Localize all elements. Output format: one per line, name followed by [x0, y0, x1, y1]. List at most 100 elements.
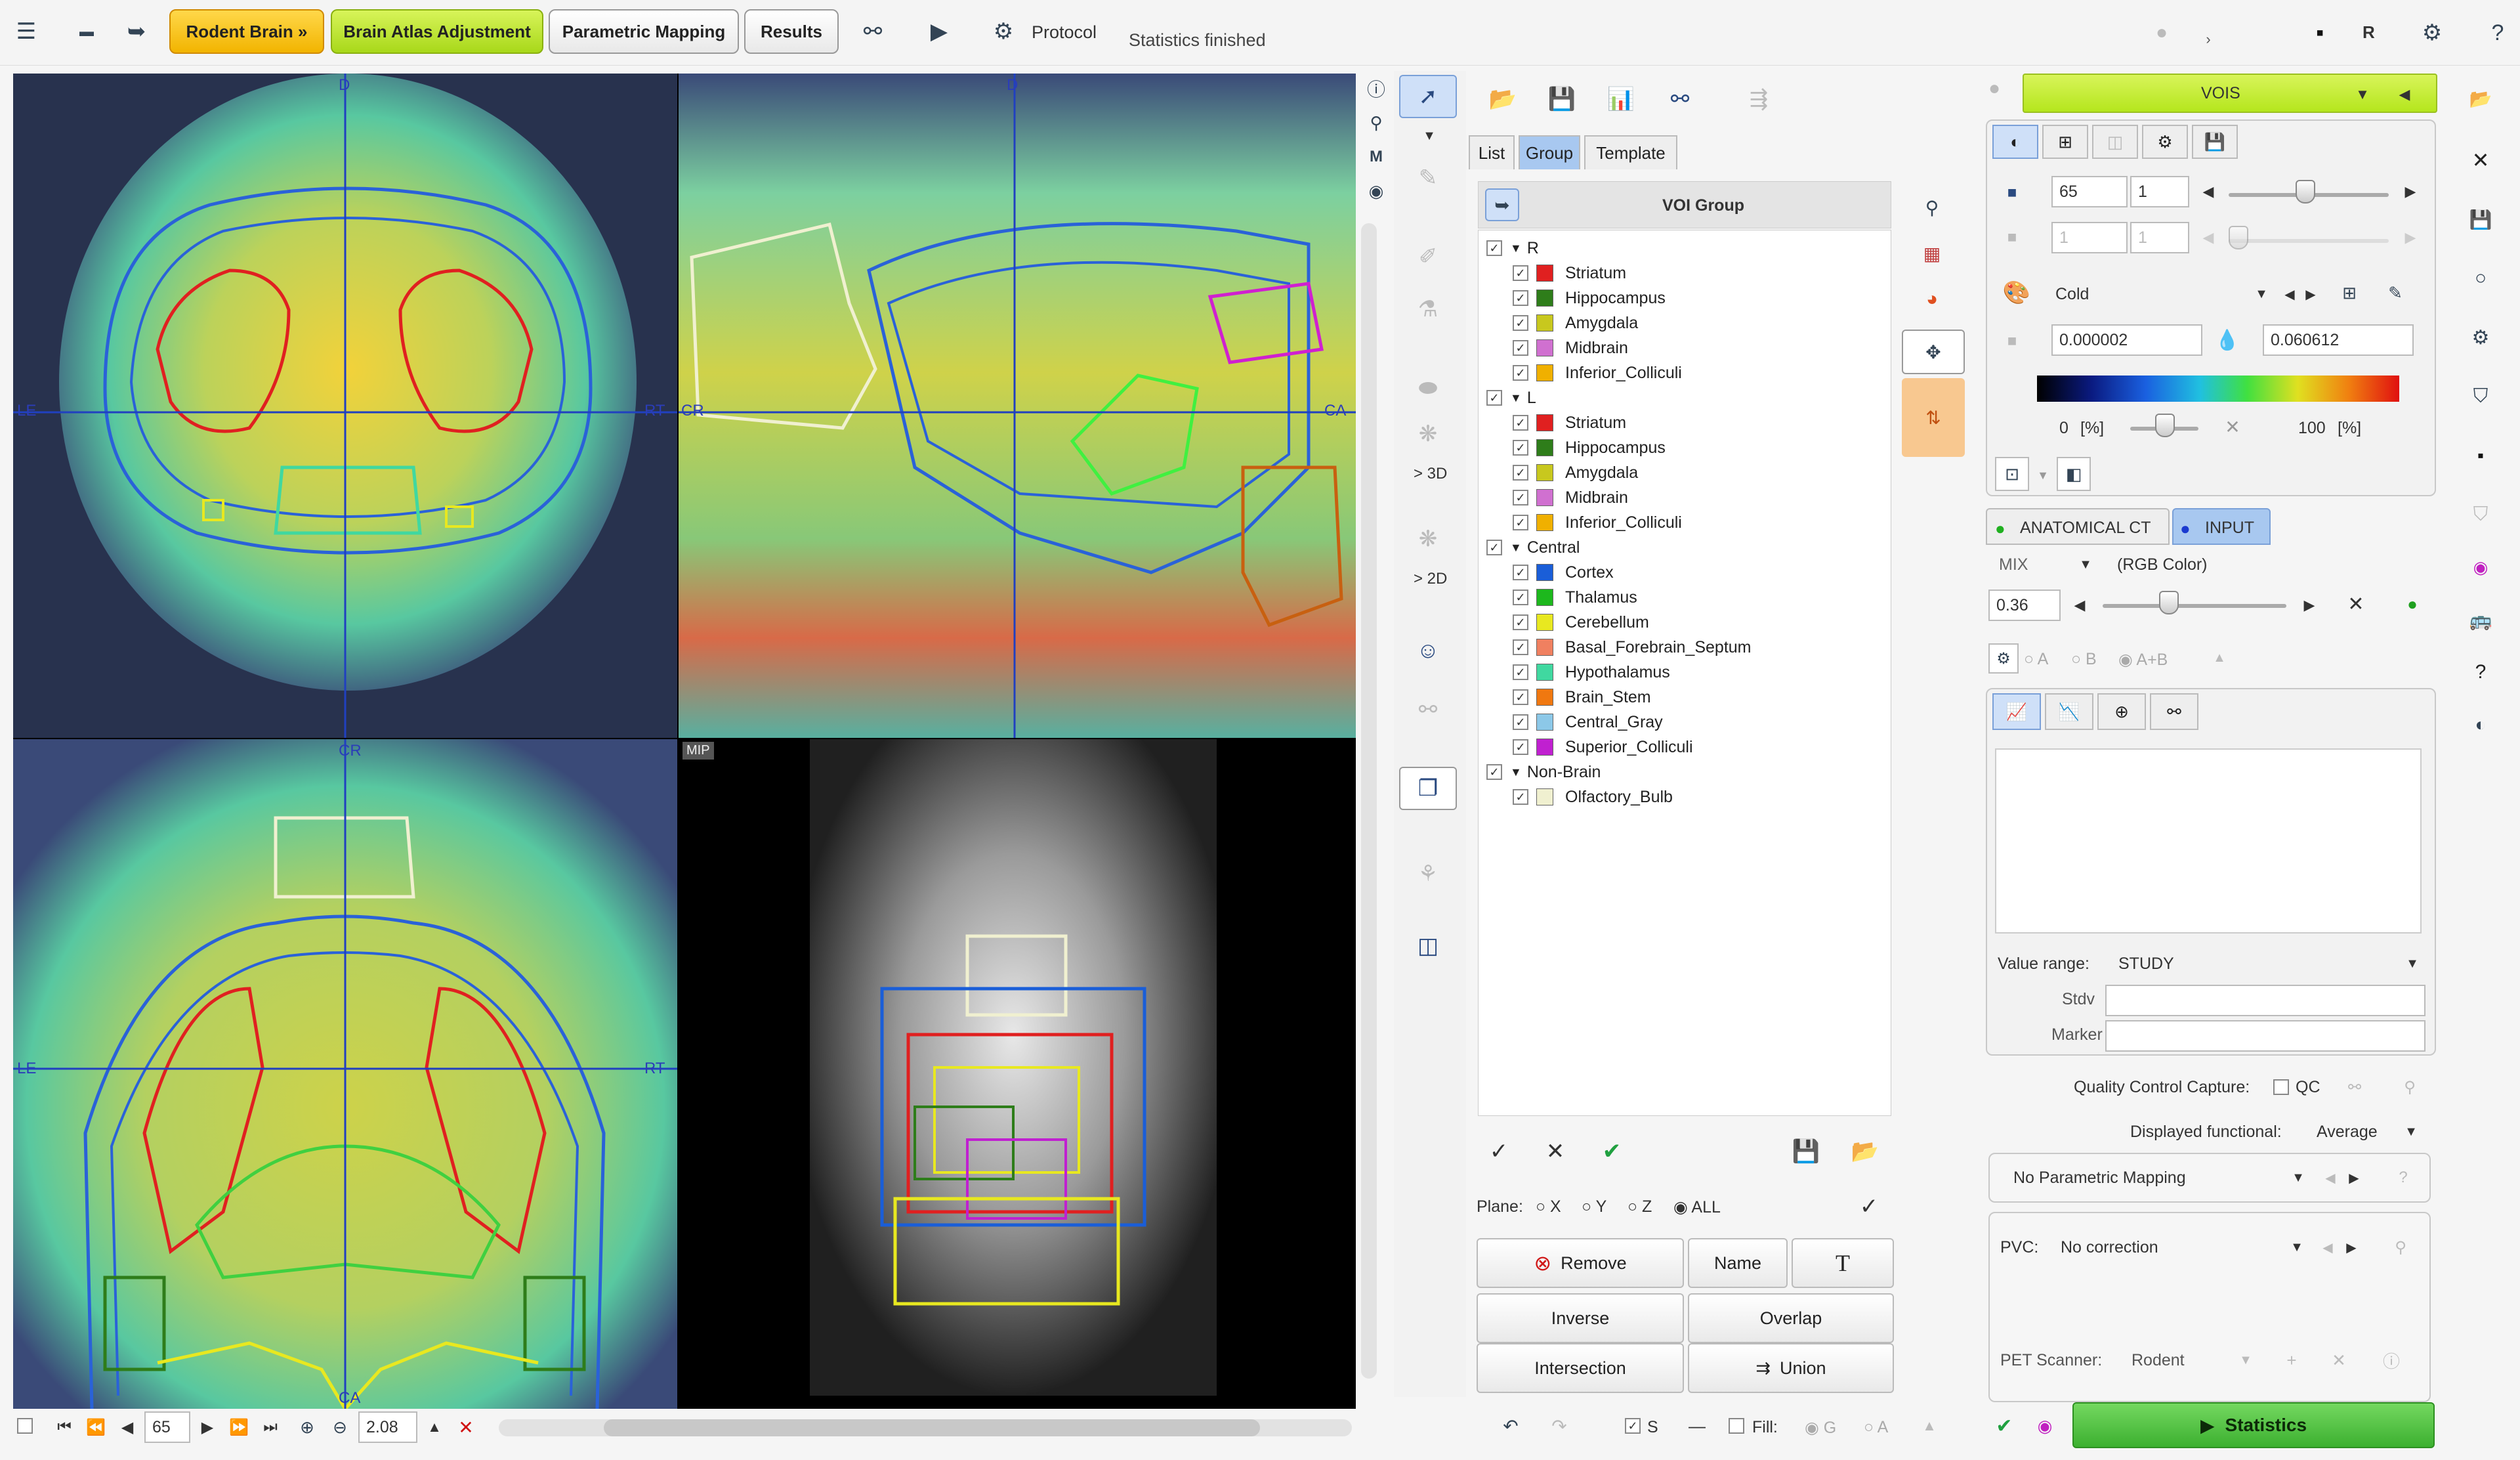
settings-icon[interactable]: ⚙	[2412, 14, 2452, 51]
plane-y-radio[interactable]: ○ Y	[1582, 1197, 1606, 1216]
run-icon[interactable]: ▶	[919, 14, 959, 49]
layout-options-icon[interactable]: ⊡	[1995, 457, 2029, 491]
voi-group-row[interactable]: ✓ ▼ L	[1486, 385, 1536, 410]
voi-item-checkbox[interactable]: ✓	[1513, 614, 1528, 630]
tab-list[interactable]: List	[1469, 135, 1515, 169]
contrast-tab-icon[interactable]: ◐	[1992, 125, 2038, 159]
value-range-select[interactable]: STUDY	[2118, 955, 2174, 974]
mix-slider[interactable]	[2103, 604, 2286, 608]
parametric-prev-icon[interactable]: ◀	[2320, 1165, 2340, 1191]
pet-scanner-select[interactable]: Rodent	[2132, 1351, 2185, 1370]
voi-item-checkbox[interactable]: ✓	[1513, 565, 1528, 580]
save-voi-icon[interactable]: 💾	[1792, 1137, 1820, 1166]
value-range-chevron-icon[interactable]: ▼	[2401, 951, 2424, 977]
pvc-prev-icon[interactable]: ◀	[2318, 1234, 2338, 1260]
target-right-icon[interactable]: ◉	[2464, 550, 2498, 584]
voi-group-row[interactable]: ✓ ▼ R	[1486, 236, 1539, 261]
vois-record-icon[interactable]: ●	[1988, 77, 2015, 104]
first-slice-icon[interactable]: ⏮	[52, 1414, 76, 1440]
voi-item-row[interactable]: ✓ Midbrain	[1513, 485, 1628, 510]
voi-item-checkbox[interactable]: ✓	[1513, 465, 1528, 481]
brain-atlas-adjustment-button[interactable]: Brain Atlas Adjustment	[331, 9, 543, 54]
pvc-select[interactable]: No correction	[2061, 1238, 2158, 1257]
voi-item-row[interactable]: ✓ Cortex	[1513, 560, 1614, 585]
export-icon[interactable]: ⇶	[1730, 77, 1788, 121]
stats-accept-icon[interactable]: ✔	[1990, 1411, 2019, 1440]
axial-view[interactable]: CR LE RT CA	[13, 739, 677, 1409]
fusion-up-icon[interactable]: ▲	[2208, 645, 2231, 671]
parametric-mapping-select[interactable]: No Parametric Mapping	[2013, 1169, 2186, 1188]
tab-group[interactable]: Group	[1519, 135, 1580, 169]
voi-item-row[interactable]: ✓ Hypothalamus	[1513, 660, 1670, 685]
voi-item-row[interactable]: ✓ Amygdala	[1513, 311, 1638, 335]
pvc-next-icon[interactable]: ▶	[2342, 1234, 2361, 1260]
voi-color-swatch[interactable]	[1536, 414, 1553, 431]
brain-icon[interactable]: ⚙	[2464, 320, 2498, 354]
ellipse-icon[interactable]: ⬬	[1399, 366, 1457, 410]
expand-triangle-icon[interactable]: ▼	[1510, 541, 1522, 555]
fill-up-icon[interactable]: ▲	[1916, 1413, 1942, 1439]
voi-item-checkbox[interactable]: ✓	[1513, 789, 1528, 805]
brush-icon[interactable]: ✐	[1399, 235, 1457, 278]
colormap-palette-icon[interactable]: 🎨	[2000, 278, 2033, 307]
colormap-invert-icon[interactable]: ⊞	[2335, 278, 2364, 307]
plane-all-radio[interactable]: ◉ ALL	[1673, 1197, 1721, 1217]
zoom-in-icon[interactable]: ⊕	[294, 1414, 320, 1440]
save-icon[interactable]: 💾	[1533, 77, 1591, 121]
frame-slider[interactable]	[2229, 239, 2389, 243]
remove-button[interactable]: ⊗ Remove	[1477, 1238, 1684, 1288]
menu-icon[interactable]: ☰	[12, 17, 41, 46]
voi-item-checkbox[interactable]: ✓	[1513, 590, 1528, 605]
qc-search-icon[interactable]: ⚲	[2395, 1074, 2424, 1100]
mix-prev-icon[interactable]: ◀	[2070, 592, 2090, 618]
prev-slice-icon[interactable]: ◀	[116, 1414, 139, 1440]
stdv-field[interactable]	[2105, 985, 2426, 1016]
link-tool-icon[interactable]: ⚯	[1399, 688, 1457, 731]
horizontal-scrollbar[interactable]	[499, 1419, 1352, 1436]
colormap-label[interactable]: Cold	[2055, 285, 2089, 304]
voi-item-checkbox[interactable]: ✓	[1513, 490, 1528, 505]
prev-fast-icon[interactable]: ⏪	[84, 1414, 108, 1440]
voi-item-row[interactable]: ✓ Olfactory_Bulb	[1513, 784, 1673, 809]
save-right-icon[interactable]: 💾	[2464, 202, 2498, 236]
scrollbar-thumb[interactable]	[604, 1419, 1260, 1436]
voi-item-checkbox[interactable]: ✓	[1513, 440, 1528, 456]
intersection-button[interactable]: Intersection	[1477, 1343, 1684, 1393]
question-icon[interactable]: ?	[2464, 655, 2498, 689]
parametric-next-icon[interactable]: ▶	[2344, 1165, 2364, 1191]
voi-color-swatch[interactable]	[1536, 564, 1553, 581]
brain-tab-icon[interactable]: ⚙	[2142, 125, 2188, 159]
color-grid-icon[interactable]: ▦	[1914, 236, 1950, 270]
marker-field[interactable]	[2105, 1020, 2426, 1052]
shield-grey-icon[interactable]: ⛉	[2464, 498, 2498, 532]
accept-green-icon[interactable]: ✔	[1597, 1137, 1626, 1166]
voi-item-row[interactable]: ✓ Striatum	[1513, 410, 1626, 435]
frame-field[interactable]: 1	[2051, 222, 2128, 253]
pct-clear-icon[interactable]: ✕	[2219, 412, 2246, 441]
colormap-edit-icon[interactable]: ✎	[2381, 278, 2410, 307]
max-value-field[interactable]: 0.060612	[2263, 324, 2414, 356]
voi-adjust-icon[interactable]: ⇅	[1902, 378, 1965, 457]
parametric-mapping-button[interactable]: Parametric Mapping	[549, 9, 739, 54]
voi-item-checkbox[interactable]: ✓	[1513, 415, 1528, 431]
voi-item-checkbox[interactable]: ✓	[1513, 315, 1528, 331]
voi-item-row[interactable]: ✓ Striatum	[1513, 261, 1626, 286]
voi-color-swatch[interactable]	[1536, 265, 1553, 282]
person-icon[interactable]: ⚲	[1365, 112, 1387, 134]
tab-input[interactable]: ● INPUT	[2172, 508, 2271, 545]
fusion-ab-radio[interactable]: ◉ A+B	[2118, 650, 2168, 670]
expand-arrow-icon[interactable]: ›	[2198, 26, 2218, 53]
fusion-b-radio[interactable]: ○ B	[2071, 650, 2097, 669]
voi-color-swatch[interactable]	[1536, 489, 1553, 506]
zoom-up-icon[interactable]: ▲	[423, 1414, 446, 1440]
next-slice-icon[interactable]: ▶	[196, 1414, 219, 1440]
r-label[interactable]: R	[2362, 22, 2375, 43]
text-button[interactable]: T	[1792, 1238, 1894, 1288]
pvc-search-icon[interactable]: ⚲	[2387, 1234, 2414, 1260]
voi-item-row[interactable]: ✓ Inferior_Colliculi	[1513, 510, 1682, 535]
voi-item-row[interactable]: ✓ Cerebellum	[1513, 610, 1649, 635]
undo-icon[interactable]: ↶	[1498, 1413, 1524, 1439]
voi-item-checkbox[interactable]: ✓	[1513, 515, 1528, 530]
voi-move-icon[interactable]: ✥	[1902, 330, 1965, 374]
group-checkbox[interactable]: ✓	[1486, 240, 1502, 256]
